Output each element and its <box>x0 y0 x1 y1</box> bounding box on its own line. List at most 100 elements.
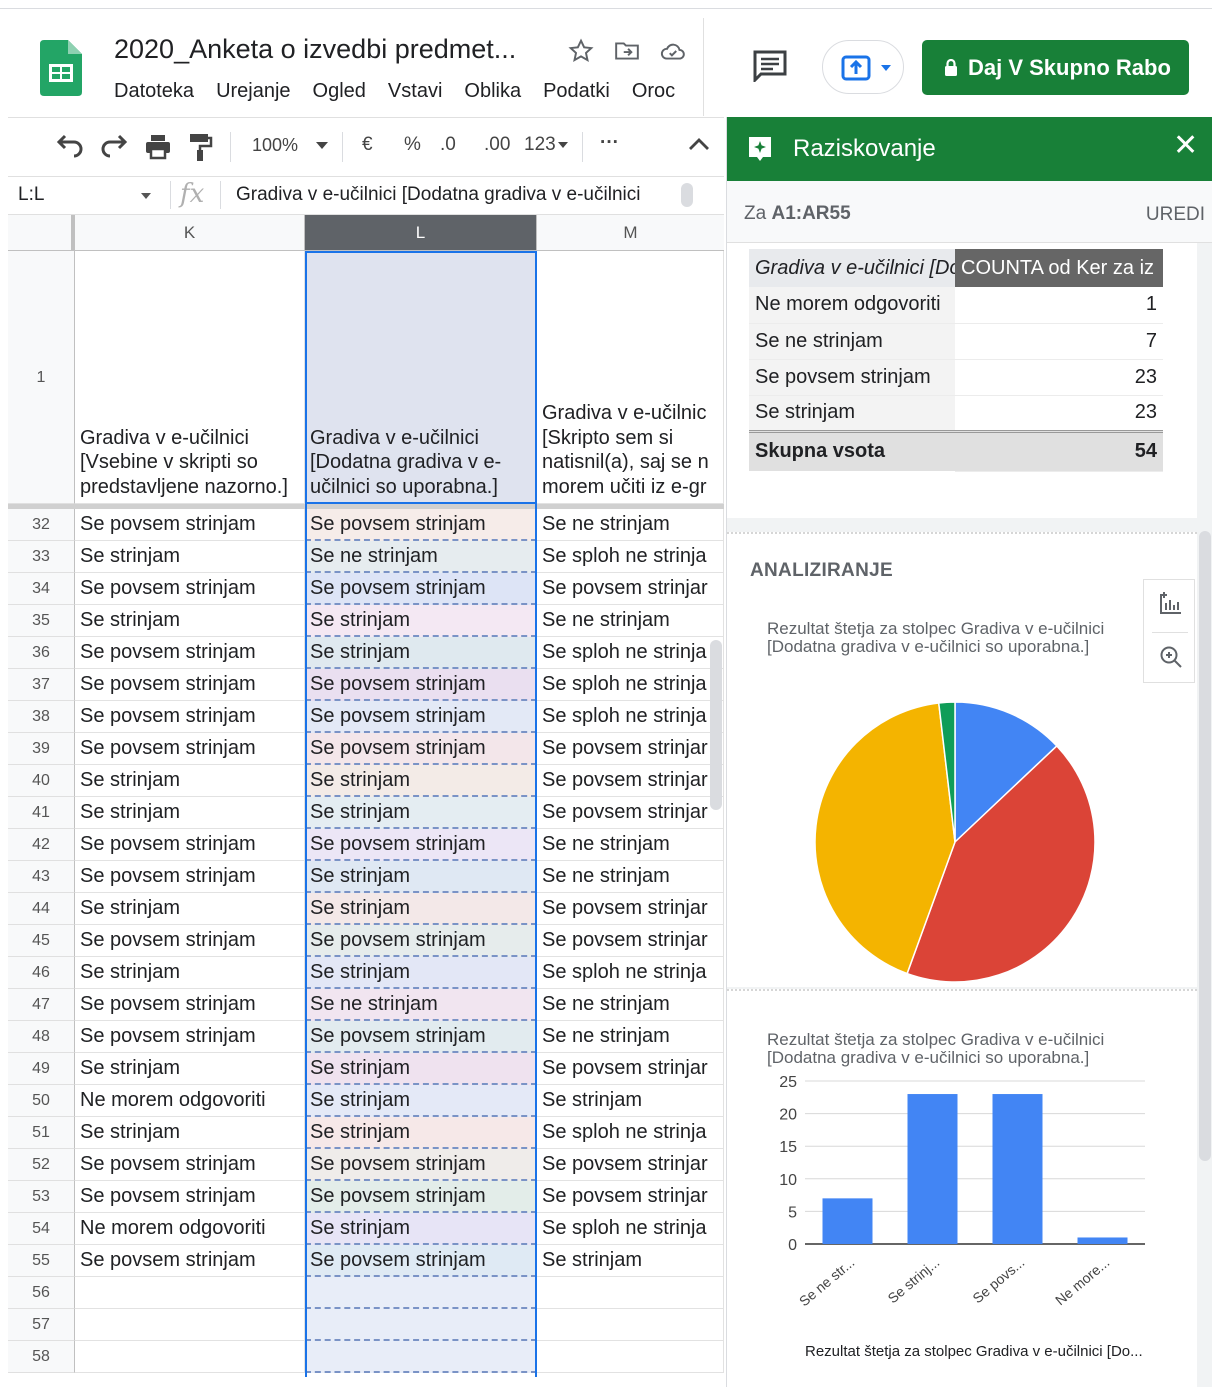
cell-l[interactable]: Se ne strinjam <box>305 541 537 573</box>
cell-k[interactable]: Se strinjam <box>75 893 305 925</box>
row-header[interactable]: 51 <box>8 1117 75 1149</box>
cell-m[interactable]: Se povsem strinjar <box>537 1181 724 1213</box>
row-header[interactable]: 34 <box>8 573 75 605</box>
cell-k[interactable]: Ne morem odgovoriti <box>75 1085 305 1117</box>
row-header[interactable]: 33 <box>8 541 75 573</box>
redo-icon[interactable] <box>100 134 128 164</box>
row-header[interactable]: 44 <box>8 893 75 925</box>
row-header[interactable]: 36 <box>8 637 75 669</box>
row-header[interactable]: 57 <box>8 1309 75 1341</box>
cell-m[interactable] <box>537 1341 724 1373</box>
cell-l[interactable]: Se ne strinjam <box>305 989 537 1021</box>
formula-scrollbar[interactable] <box>681 183 693 207</box>
currency-format-button[interactable]: € <box>362 134 373 156</box>
cell-m[interactable]: Se ne strinjam <box>537 605 724 637</box>
cell-l[interactable]: Se strinjam <box>305 765 537 797</box>
row-header[interactable]: 56 <box>8 1277 75 1309</box>
pie-chart-card[interactable]: ANALIZIRANJE Rezultat štetja za stolpec … <box>727 532 1197 987</box>
cell-k[interactable]: Se strinjam <box>75 1053 305 1085</box>
row-header[interactable]: 35 <box>8 605 75 637</box>
grid-vertical-scrollbar[interactable] <box>710 640 722 810</box>
cell-k[interactable]: Se povsem strinjam <box>75 637 305 669</box>
cell-l[interactable]: Se povsem strinjam <box>305 829 537 861</box>
cell-k[interactable]: Se strinjam <box>75 957 305 989</box>
cell-l[interactable]: Se strinjam <box>305 1053 537 1085</box>
zoom-in-icon[interactable] <box>1158 644 1184 670</box>
cell-l[interactable]: Se strinjam <box>305 637 537 669</box>
cell-l[interactable]: Se strinjam <box>305 1117 537 1149</box>
cell-m[interactable]: Se sploh ne strinja <box>537 541 724 573</box>
menu-insert[interactable]: Vstavi <box>388 80 442 103</box>
bar-chart[interactable]: 25 20 15 10 5 0Se ne str... Se strinj... Se pov… <box>727 1073 1197 1383</box>
cell-m[interactable]: Se ne strinjam <box>537 509 724 541</box>
zoom-select[interactable]: 100% <box>252 135 298 156</box>
cell-m[interactable]: Se sploh ne strinja <box>537 701 724 733</box>
more-formats-button[interactable]: 123 <box>524 134 556 156</box>
cell-m[interactable]: Se povsem strinjar <box>537 573 724 605</box>
bar-chart-card[interactable]: Rezultat štetja za stolpec Gradiva v e-u… <box>727 989 1197 1387</box>
select-all-corner[interactable] <box>8 215 75 251</box>
cell-k[interactable] <box>75 1277 305 1309</box>
cell-k[interactable] <box>75 1309 305 1341</box>
row-header[interactable]: 54 <box>8 1213 75 1245</box>
row-header[interactable]: 39 <box>8 733 75 765</box>
cell-m[interactable]: Se sploh ne strinja <box>537 669 724 701</box>
cell-k[interactable]: Se povsem strinjam <box>75 861 305 893</box>
cell-m[interactable]: Se sploh ne strinja <box>537 1117 724 1149</box>
cell-k[interactable] <box>75 1341 305 1373</box>
row-header[interactable]: 47 <box>8 989 75 1021</box>
row-header[interactable]: 43 <box>8 861 75 893</box>
cell-l[interactable]: Se povsem strinjam <box>305 1181 537 1213</box>
row-header[interactable]: 37 <box>8 669 75 701</box>
cell-l[interactable]: Se strinjam <box>305 893 537 925</box>
undo-icon[interactable] <box>56 134 84 164</box>
cell-m[interactable]: Se povsem strinjar <box>537 797 724 829</box>
cell-k[interactable]: Se povsem strinjam <box>75 1021 305 1053</box>
cell-k[interactable]: Se strinjam <box>75 1117 305 1149</box>
cell-m[interactable]: Se povsem strinjar <box>537 765 724 797</box>
menu-format[interactable]: Oblika <box>464 80 521 103</box>
column-header-l[interactable]: L <box>305 215 537 251</box>
cell-m[interactable]: Se strinjam <box>537 1085 724 1117</box>
cell-m[interactable]: Se povsem strinjar <box>537 1149 724 1181</box>
comment-history-icon[interactable] <box>752 50 788 84</box>
star-icon[interactable] <box>568 38 594 64</box>
cell-m[interactable]: Se sploh ne strinja <box>537 1213 724 1245</box>
cell-k[interactable]: Se strinjam <box>75 797 305 829</box>
row-header[interactable]: 58 <box>8 1341 75 1373</box>
cell-m[interactable] <box>537 1277 724 1309</box>
cell-k[interactable]: Ne morem odgovoriti <box>75 1213 305 1245</box>
cell-m[interactable]: Se ne strinjam <box>537 989 724 1021</box>
cell-l[interactable]: Se strinjam <box>305 797 537 829</box>
menu-edit[interactable]: Urejanje <box>216 80 290 103</box>
print-icon[interactable] <box>144 132 172 166</box>
move-folder-icon[interactable] <box>614 38 640 64</box>
cell-l[interactable] <box>305 1309 537 1341</box>
cell-k[interactable]: Se povsem strinjam <box>75 1149 305 1181</box>
cell-m[interactable]: Se sploh ne strinja <box>537 957 724 989</box>
cell-l[interactable] <box>305 1341 537 1373</box>
cell-k[interactable]: Se povsem strinjam <box>75 829 305 861</box>
cell-k[interactable]: Se povsem strinjam <box>75 509 305 541</box>
row-header[interactable]: 32 <box>8 509 75 541</box>
row-header[interactable]: 52 <box>8 1149 75 1181</box>
cell-m[interactable]: Se povsem strinjar <box>537 733 724 765</box>
cell-l[interactable]: Se povsem strinjam <box>305 925 537 957</box>
cell-l[interactable]: Se povsem strinjam <box>305 733 537 765</box>
increase-decimals-button[interactable]: .00 <box>484 134 510 156</box>
row-header[interactable]: 38 <box>8 701 75 733</box>
cell-k[interactable]: Se povsem strinjam <box>75 701 305 733</box>
row-header[interactable]: 49 <box>8 1053 75 1085</box>
cell-m[interactable]: Se povsem strinjar <box>537 1053 724 1085</box>
sheets-logo-icon[interactable] <box>40 40 82 96</box>
formula-input[interactable]: Gradiva v e-učilnici [Dodatna gradiva v … <box>236 184 676 206</box>
menu-tools[interactable]: Oroc <box>632 80 675 103</box>
menu-data[interactable]: Podatki <box>543 80 610 103</box>
cell-m[interactable]: Se sploh ne strinja <box>537 637 724 669</box>
edit-range-button[interactable]: UREDI <box>1146 204 1205 226</box>
zoom-dropdown-icon[interactable] <box>316 142 328 149</box>
name-box-dropdown-icon[interactable] <box>141 193 151 199</box>
cell-k[interactable]: Se povsem strinjam <box>75 733 305 765</box>
row-header[interactable]: 46 <box>8 957 75 989</box>
row-header[interactable]: 41 <box>8 797 75 829</box>
